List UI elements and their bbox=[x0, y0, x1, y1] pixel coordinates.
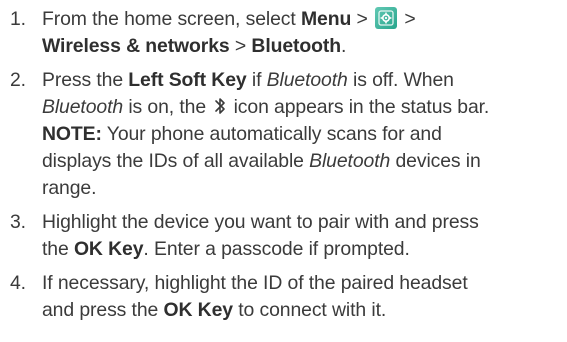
text-run: range. bbox=[42, 177, 97, 199]
text-run: and press the bbox=[42, 299, 164, 321]
step-2: 2. Press the Left Soft Key if Bluetooth … bbox=[10, 67, 557, 202]
bluetooth-label: Bluetooth bbox=[251, 35, 341, 57]
step-line: From the home screen, select Menu > > bbox=[42, 6, 557, 33]
step-number: 4. bbox=[10, 272, 26, 294]
text-run: Your phone automatically scans for and bbox=[101, 123, 442, 145]
menu-key-label: Menu bbox=[300, 8, 352, 30]
step-number: 2. bbox=[10, 69, 26, 91]
step-line: Wireless & networks > Bluetooth. bbox=[42, 33, 557, 60]
settings-icon bbox=[375, 7, 398, 29]
text-run: If necessary, highlight the ID of the pa… bbox=[42, 272, 468, 294]
ok-key-label: OK Key bbox=[163, 299, 234, 321]
bluetooth-term: Bluetooth bbox=[266, 69, 348, 91]
ok-key-label: OK Key bbox=[73, 238, 144, 260]
text-run: is off. When bbox=[347, 69, 454, 91]
wireless-networks-label: Wireless & networks bbox=[42, 35, 230, 57]
text-run: displays the IDs of all available bbox=[42, 150, 310, 172]
note-label: NOTE: bbox=[42, 123, 102, 145]
step-3: 3. Highlight the device you want to pair… bbox=[10, 209, 557, 263]
text-run: . bbox=[341, 35, 347, 57]
step-line: Highlight the device you want to pair wi… bbox=[42, 209, 557, 236]
text-run: to connect with it. bbox=[232, 299, 387, 321]
bluetooth-term: Bluetooth bbox=[309, 150, 391, 172]
step-1: 1. From the home screen, select Menu > >… bbox=[10, 6, 557, 60]
step-line: Bluetooth is on, the icon appears in the… bbox=[42, 94, 557, 121]
text-run: if bbox=[246, 69, 267, 91]
text-run: Highlight the device you want to pair wi… bbox=[42, 211, 479, 233]
text-run: is on, the bbox=[123, 96, 212, 118]
step-text: From the home screen, select Menu > > Wi… bbox=[42, 6, 557, 60]
step-4: 4. If necessary, highlight the ID of the… bbox=[10, 270, 557, 324]
step-line: Press the Left Soft Key if Bluetooth is … bbox=[42, 67, 557, 94]
text-run: Press the bbox=[42, 69, 129, 91]
text-run: From the home screen, select bbox=[42, 8, 301, 30]
instruction-document: 1. From the home screen, select Menu > >… bbox=[0, 0, 567, 342]
step-line: NOTE: Your phone automatically scans for… bbox=[42, 121, 557, 148]
bluetooth-term: Bluetooth bbox=[42, 96, 124, 118]
step-number: 1. bbox=[10, 8, 26, 30]
step-line: the OK Key. Enter a passcode if prompted… bbox=[42, 236, 557, 263]
step-line: displays the IDs of all available Blueto… bbox=[42, 148, 557, 175]
text-run: the bbox=[42, 238, 74, 260]
left-soft-key-label: Left Soft Key bbox=[128, 69, 247, 91]
step-line: and press the OK Key to connect with it. bbox=[42, 297, 557, 324]
text-run: > bbox=[229, 35, 252, 57]
step-text: If necessary, highlight the ID of the pa… bbox=[42, 270, 557, 324]
text-run: . Enter a passcode if prompted. bbox=[143, 238, 410, 260]
text-run: icon appears in the status bar. bbox=[228, 96, 490, 118]
step-line: range. bbox=[42, 175, 557, 202]
bluetooth-icon bbox=[214, 96, 226, 116]
step-number: 3. bbox=[10, 211, 26, 233]
text-run: devices in bbox=[390, 150, 481, 172]
text-run: > bbox=[351, 8, 374, 30]
step-text: Press the Left Soft Key if Bluetooth is … bbox=[42, 67, 557, 202]
step-line: If necessary, highlight the ID of the pa… bbox=[42, 270, 557, 297]
text-run: > bbox=[399, 8, 416, 30]
step-text: Highlight the device you want to pair wi… bbox=[42, 209, 557, 263]
